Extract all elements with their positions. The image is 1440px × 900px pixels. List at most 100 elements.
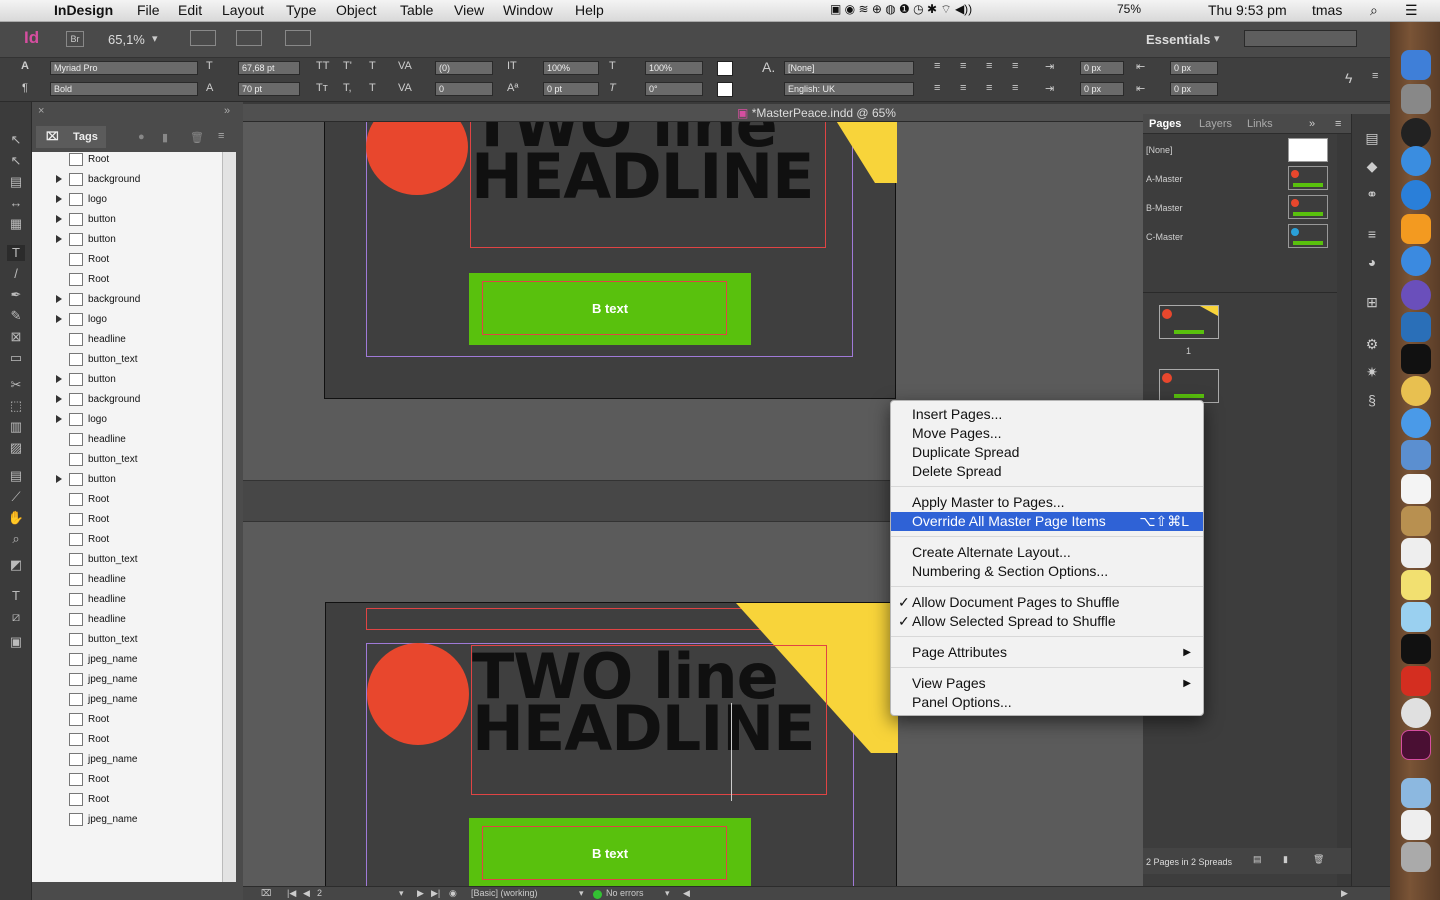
character-style-field[interactable]: [None] [784,61,914,75]
workspace-switcher[interactable]: Essentials [1146,32,1210,47]
all-caps-icon[interactable]: TT [316,60,329,72]
tag-tree-item[interactable]: headline [32,570,222,590]
preflight-profile[interactable]: [Basic] (working) [471,888,538,898]
underline-icon[interactable]: T [369,60,376,72]
tag-tree-item[interactable]: button [32,470,222,490]
screen-mode-icon[interactable]: ▣ [7,634,25,650]
tag-tree-item[interactable]: Root [32,770,222,790]
tag-tree-item[interactable]: Root [32,250,222,270]
tag-tree-item[interactable]: background [32,170,222,190]
tag-tree-item[interactable]: jpeg_name [32,750,222,770]
menu-type[interactable]: Type [286,2,316,18]
delete-tag-icon[interactable]: 🗑 [190,131,204,144]
menu-edit[interactable]: Edit [178,2,202,18]
launchpad-icon[interactable] [1401,84,1431,114]
rectangle-tool-icon[interactable]: ▭ [7,350,25,366]
first-page-icon[interactable]: |◀ [287,888,296,899]
errors-dropdown-icon[interactable]: ▾ [665,888,670,899]
workspace-dropdown-icon[interactable]: ▾ [1214,32,1220,45]
tag-tree-item[interactable]: button_text [32,450,222,470]
links-panel-icon[interactable]: ⚭ [1362,186,1382,204]
tag-tree-item[interactable]: headline [32,330,222,350]
text-wrap-panel-icon[interactable]: ⚙ [1362,336,1382,354]
app-store-icon[interactable] [1401,146,1431,176]
arrange-documents-button[interactable] [285,30,311,46]
tag-tree-item[interactable]: button_text [32,630,222,650]
view-options-button[interactable] [190,30,216,46]
tab-tags[interactable]: ⌧ Tags [36,126,106,148]
effects-panel-icon[interactable]: ✷ [1362,364,1382,382]
paragraph-mode-icon[interactable]: ¶ [22,82,28,94]
stroke-panel-icon[interactable]: ≡ [1362,226,1382,244]
tag-tree-item[interactable]: Root [32,710,222,730]
line-tool-icon[interactable]: / [7,266,25,282]
master-none-thumbnail[interactable] [1288,138,1328,162]
expand-triangle-icon[interactable] [56,235,62,243]
panel-close-icon[interactable]: × [38,105,44,117]
menu-table[interactable]: Table [400,2,433,18]
vertical-scale-field[interactable]: 100% [543,61,599,75]
master-a-thumbnail[interactable] [1288,166,1328,190]
context-menu-item[interactable]: Numbering & Section Options... [891,562,1203,581]
headline-text[interactable]: TWO line HEADLINE [471,122,815,208]
selection-tool-icon[interactable]: ↖ [7,132,25,148]
scissors-tool-icon[interactable]: ✂ [7,377,25,393]
pen-tool-icon[interactable]: ✒ [7,287,25,303]
font-family-field[interactable]: Myriad Pro [50,61,198,75]
zoom-level[interactable]: 65,1% [108,32,145,47]
leading-field[interactable]: 70 pt [238,82,300,96]
formatting-affects-text-icon[interactable]: T [7,588,25,604]
safari-icon[interactable] [1401,246,1431,276]
page-2-thumbnail[interactable] [1159,369,1219,403]
baseline-shift-field[interactable]: 0 pt [543,82,599,96]
downloads-folder-icon[interactable] [1401,778,1431,808]
expand-triangle-icon[interactable] [56,415,62,423]
preflight-errors[interactable]: No errors [606,888,644,898]
eyedropper-tool-icon[interactable]: ⟋ [7,489,25,505]
zoom-dropdown-icon[interactable]: ▾ [152,32,158,45]
menu-help[interactable]: Help [575,2,604,18]
strikethrough-icon[interactable]: T [369,82,376,94]
gap-tool-icon[interactable]: ↔ [7,195,25,211]
trash-icon[interactable] [1401,842,1431,872]
acrobat-icon[interactable] [1401,666,1431,696]
align-right-icon[interactable]: ≡ [986,60,992,72]
justify-all-icon[interactable]: ≡ [986,82,992,94]
next-page-icon[interactable]: ▶ [417,888,424,899]
first-line-indent-field[interactable]: 0 px [1080,82,1124,96]
tag-tree-item[interactable]: background [32,290,222,310]
stroke-swatch-icon[interactable] [717,82,733,97]
screen-mode-button[interactable] [236,30,262,46]
context-menu-item[interactable]: ✓ Allow Selected Spread to Shuffle [891,612,1203,631]
tag-tree-item[interactable]: Root [32,730,222,750]
scroll-left-icon[interactable]: ◀ [683,888,690,899]
xcode-icon[interactable] [1401,312,1431,342]
terminal-icon[interactable] [1401,344,1431,374]
menu-file[interactable]: File [137,2,160,18]
align-left-icon[interactable]: ≡ [934,60,940,72]
context-menu-item[interactable]: Create Alternate Layout... [891,543,1203,562]
content-collector-icon[interactable]: ▦ [7,216,25,232]
tag-tree-item[interactable]: Root [32,152,222,170]
hand-tool-icon[interactable]: ✋ [7,510,25,526]
tag-tree-item[interactable]: button [32,210,222,230]
preflight-menu-icon[interactable]: ◉ [449,888,457,899]
type-tool-icon[interactable]: T [7,245,25,261]
help-search-input[interactable] [1244,30,1357,47]
table-panel-icon[interactable]: ⊞ [1362,294,1382,312]
new-tag-icon[interactable]: ● [138,131,145,143]
context-menu-item[interactable]: View Pages ▶ [891,674,1203,693]
master-c-thumbnail[interactable] [1288,224,1328,248]
kerning-field[interactable]: 0 [435,82,493,96]
tag-tree-item[interactable]: Root [32,790,222,810]
left-indent-field[interactable]: 0 px [1080,61,1124,75]
context-menu-item[interactable]: Move Pages... [891,424,1203,443]
context-menu-item[interactable]: Override All Master Page Items ⌥⇧⌘L [891,512,1203,531]
tag-tree-item[interactable]: Root [32,490,222,510]
ibooks-icon[interactable] [1401,214,1431,244]
tag-tree-item[interactable]: jpeg_name [32,690,222,710]
context-menu-item[interactable]: Insert Pages... [891,405,1203,424]
page-tool-icon[interactable]: ▤ [7,174,25,190]
tag-tree-item[interactable]: headline [32,610,222,630]
context-menu-item[interactable]: Apply Master to Pages... [891,493,1203,512]
